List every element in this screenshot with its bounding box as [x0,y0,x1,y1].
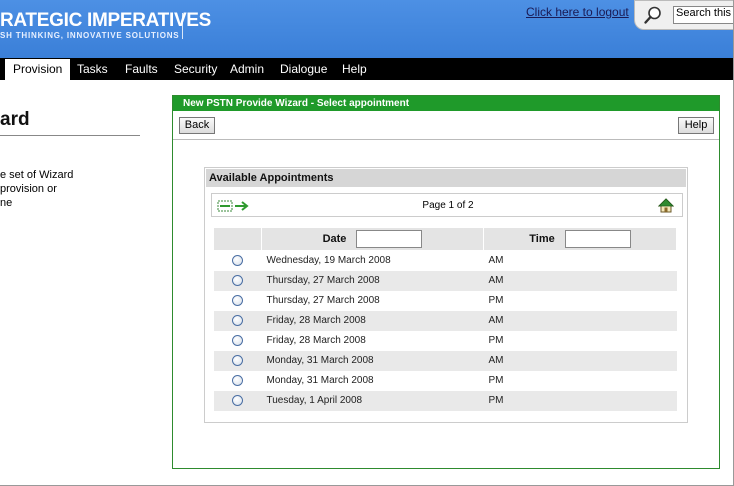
nav-item-admin[interactable]: Admin [230,58,264,80]
brand-title: RATEGIC IMPERATIVES [0,10,212,31]
header-bar: RATEGIC IMPERATIVES SH THINKING, INNOVAT… [0,0,733,58]
nav-item-faults[interactable]: Faults [125,58,158,80]
title-divider [0,135,140,136]
time-cell: PM [488,335,504,346]
search-icon[interactable] [643,5,663,25]
table-row[interactable]: Wednesday, 19 March 2008 AM [214,251,677,271]
appointment-radio[interactable] [232,394,243,406]
date-cell: Monday, 31 March 2008 [261,350,484,371]
page-title: ard [0,109,30,130]
search-input[interactable]: Search this po [673,6,733,24]
date-cell: Thursday, 27 March 2008 [261,270,484,291]
main-nav: Provision Tasks Faults Security Admin Di… [0,58,733,80]
description-line: ne [0,197,13,209]
appointments-table: Date Time Wednesday, 19 March 2008 AM Th… [213,227,677,411]
appointment-radio[interactable] [232,334,243,346]
time-cell: AM [483,350,677,371]
date-cell: Monday, 31 March 2008 [266,375,374,386]
time-column-header: Time [483,227,677,251]
pager: Page 1 of 2 [211,193,683,217]
select-cell [213,310,262,331]
page-indicator: Page 1 of 2 [422,200,474,211]
table-row[interactable]: Thursday, 27 March 2008 PM [214,291,677,311]
help-button[interactable]: Help [678,117,714,134]
appointment-radio[interactable] [232,354,243,366]
time-filter-input[interactable] [564,230,631,248]
logout-link[interactable]: Click here to logout [526,5,629,19]
date-cell: Friday, 28 March 2008 [261,310,484,331]
app-window: RATEGIC IMPERATIVES SH THINKING, INNOVAT… [0,0,734,486]
time-cell: PM [488,295,504,306]
nav-item-security[interactable]: Security [174,58,217,80]
select-cell [214,331,262,351]
date-cell: Wednesday, 19 March 2008 [266,255,391,267]
logo-divider [182,13,183,39]
appointments-box: Available Appointments Page 1 of 2 Date … [204,167,688,423]
table-header-row: Date Time [213,227,677,251]
table-row[interactable]: Friday, 28 March 2008 PM [214,331,677,351]
appointment-radio[interactable] [232,274,243,286]
select-column-header [213,227,262,251]
select-cell [214,251,262,271]
wizard-panel: New PSTN Provide Wizard - Select appoint… [172,95,720,469]
search-box: Search this po [634,0,733,30]
date-cell: Friday, 28 March 2008 [266,335,366,346]
date-column-header: Date [261,227,484,251]
table-row[interactable]: Thursday, 27 March 2008 AM [213,270,677,291]
description-line: provision or [0,183,57,195]
table-row[interactable]: Friday, 28 March 2008 AM [213,310,677,331]
toolbar-divider [173,139,719,140]
time-column-label: Time [529,233,555,245]
time-cell: AM [483,310,677,331]
table-row[interactable]: Tuesday, 1 April 2008 PM [213,390,677,411]
appointment-radio[interactable] [232,374,243,386]
select-cell [213,350,262,371]
nav-item-dialogue[interactable]: Dialogue [280,58,327,80]
time-cell: PM [483,390,677,411]
appointment-radio[interactable] [232,255,243,267]
date-cell: Tuesday, 1 April 2008 [261,390,484,411]
appointment-radio[interactable] [232,294,243,306]
time-cell: AM [488,255,504,267]
brand-tagline: SH THINKING, INNOVATIVE SOLUTIONS [0,31,180,40]
back-button[interactable]: Back [179,117,215,134]
wizard-description: e set of Wizard provision or ne [0,168,80,210]
select-cell [213,390,262,411]
date-column-label: Date [322,233,347,245]
nav-item-provision[interactable]: Provision [5,59,71,80]
description-line: e set of Wizard [0,169,74,181]
date-filter-input[interactable] [356,230,423,248]
time-cell: PM [488,375,504,386]
date-cell: Thursday, 27 March 2008 [266,295,380,306]
home-icon[interactable] [658,198,674,213]
select-cell [214,291,262,311]
nav-item-tasks[interactable]: Tasks [77,58,108,80]
table-row[interactable]: Monday, 31 March 2008 PM [214,371,677,391]
appointments-title: Available Appointments [206,169,686,187]
select-cell [213,270,262,291]
select-cell [214,371,262,391]
time-cell: AM [483,270,677,291]
nav-item-help[interactable]: Help [342,58,367,80]
table-row[interactable]: Monday, 31 March 2008 AM [213,350,677,371]
appointment-radio[interactable] [232,314,243,326]
wizard-title: New PSTN Provide Wizard - Select appoint… [173,96,719,111]
